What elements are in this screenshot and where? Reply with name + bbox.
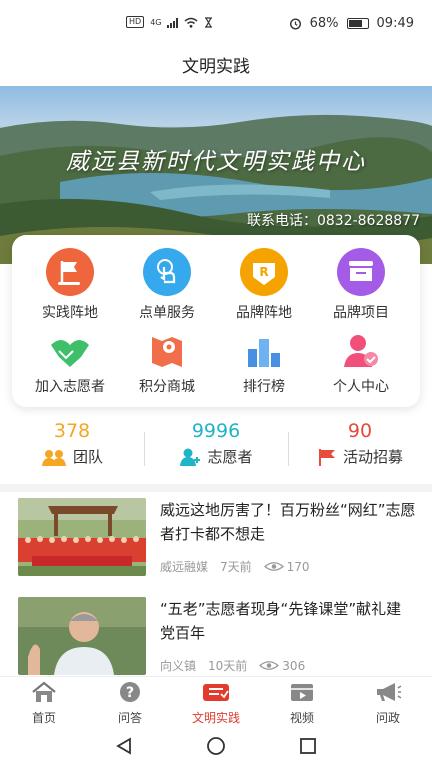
tab-label: 问答 — [117, 711, 142, 725]
stat-team-label: 团队 — [72, 448, 103, 466]
alarm-icon — [289, 18, 301, 30]
stat-team[interactable]: 378 团队 — [0, 420, 144, 470]
news-views: 306 — [282, 658, 306, 673]
news-time: 10天前 — [208, 659, 248, 673]
eye-icon — [263, 562, 284, 571]
tab-home[interactable]: 首页 — [8, 681, 80, 726]
stat-recruit[interactable]: 90 活动招募 — [288, 420, 432, 470]
eye-icon — [259, 661, 280, 670]
menu-label: 实践阵地 — [42, 305, 98, 321]
group-icon — [41, 449, 66, 466]
system-nav-bar — [0, 726, 432, 768]
flag-icon — [46, 248, 94, 296]
tap-icon — [143, 248, 191, 296]
tab-label: 文明实践 — [191, 711, 240, 725]
news-meta: 向义镇 10天前 306 — [160, 657, 305, 674]
news-title[interactable]: 威远这地厉害了！百万粉丝“网红”志愿者打卡都不想走 — [160, 498, 416, 546]
news-meta: 威远融媒 7天前 170 — [160, 558, 310, 575]
svg-text:R: R — [259, 265, 268, 279]
map-pin-icon — [152, 337, 182, 367]
user-check-icon — [344, 335, 378, 367]
stat-volunteers-value: 9996 — [191, 420, 241, 442]
battery-icon — [346, 18, 369, 29]
svg-text:?: ? — [126, 685, 134, 701]
menu-label: 点单服务 — [139, 305, 195, 321]
menu-item-order-service[interactable]: 点单服务 — [119, 247, 215, 322]
bottom-nav: 首页 ? 问答 文明实践 视频 问政 — [0, 676, 432, 726]
news-thumbnail — [18, 597, 146, 675]
banner-headline: 威远县新时代文明实践中心 — [66, 149, 366, 175]
volunteer-icon — [180, 448, 201, 466]
r-badge-icon: R — [240, 248, 288, 296]
hd-badge: HD — [126, 16, 145, 28]
red-flag-icon — [318, 448, 335, 466]
home-circle-icon[interactable] — [206, 736, 226, 756]
tab-label: 首页 — [31, 711, 56, 725]
menu-item-personal-center[interactable]: 个人中心 — [313, 331, 409, 396]
title-bar: 文明实践 — [0, 48, 432, 86]
menu-item-brand-base[interactable]: R 品牌阵地 — [216, 247, 312, 322]
tab-inquiry[interactable]: 问政 — [352, 681, 424, 726]
menu-item-join-volunteer[interactable]: 加入志愿者 — [22, 331, 118, 396]
status-right: 68% 09:49 — [289, 16, 414, 31]
menu-card: 实践阵地 点单服务 R 品牌阵地 品牌项目 加入志愿者 积分商城 排行榜 个人中… — [12, 235, 420, 407]
stat-volunteers-label: 志愿者 — [207, 448, 253, 466]
news-item[interactable]: 威远这地厉害了！百万粉丝“网红”志愿者打卡都不想走 威远融媒 7天前 170 — [0, 498, 432, 598]
back-icon[interactable] — [114, 736, 134, 756]
menu-item-ranking[interactable]: 排行榜 — [216, 331, 312, 396]
menu-label: 个人中心 — [333, 379, 389, 395]
status-bar: HD 4G 68% 09:49 — [0, 0, 432, 48]
flag-stamp-icon — [203, 684, 229, 701]
news-time: 7天前 — [220, 560, 252, 574]
stat-volunteers[interactable]: 9996 志愿者 — [144, 420, 288, 470]
menu-label: 品牌项目 — [333, 305, 389, 321]
news-source: 威远融媒 — [160, 560, 209, 574]
menu-item-practice-base[interactable]: 实践阵地 — [22, 247, 118, 322]
news-views: 170 — [286, 559, 310, 574]
inbox-icon — [337, 248, 385, 296]
news-title[interactable]: “五老”志愿者现身“先锋课堂”献礼建党百年 — [160, 597, 416, 645]
page-title: 文明实践 — [182, 57, 250, 77]
tab-label: 问政 — [375, 711, 400, 725]
hourglass-icon — [205, 16, 213, 28]
stat-team-value: 378 — [53, 420, 91, 442]
video-icon — [291, 684, 313, 701]
stats-bar: 378 团队 9996 志愿者 90 活动招募 — [0, 420, 432, 480]
signal-icon — [167, 17, 179, 28]
megaphone-icon — [377, 683, 402, 701]
tab-label: 视频 — [289, 711, 314, 725]
section-separator — [0, 484, 432, 492]
tab-qa[interactable]: ? 问答 — [94, 681, 166, 726]
news-thumbnail — [18, 498, 146, 576]
menu-label: 加入志愿者 — [35, 379, 105, 395]
recents-icon[interactable] — [298, 736, 318, 756]
home-icon — [32, 681, 56, 702]
stat-recruit-label: 活动招募 — [342, 448, 403, 466]
battery-percent: 68% — [309, 16, 339, 31]
tab-civilization-practice[interactable]: 文明实践 — [180, 681, 252, 726]
bar-rank-icon — [248, 339, 280, 367]
news-source: 向义镇 — [160, 659, 197, 673]
handshake-icon — [51, 340, 89, 367]
tab-video[interactable]: 视频 — [266, 681, 338, 726]
menu-label: 积分商城 — [139, 379, 195, 395]
menu-label: 排行榜 — [243, 379, 285, 395]
banner-phone: 联系电话：0832-8628877 — [246, 213, 420, 229]
clock: 09:49 — [376, 16, 414, 31]
menu-label: 品牌阵地 — [236, 305, 292, 321]
network-label: 4G — [150, 17, 162, 27]
wifi-icon — [185, 17, 198, 28]
status-left: HD 4G — [126, 16, 213, 28]
question-icon: ? — [120, 682, 140, 702]
menu-item-brand-project[interactable]: 品牌项目 — [313, 247, 409, 322]
menu-item-points-mall[interactable]: 积分商城 — [119, 331, 215, 396]
stat-recruit-value: 90 — [347, 420, 373, 442]
